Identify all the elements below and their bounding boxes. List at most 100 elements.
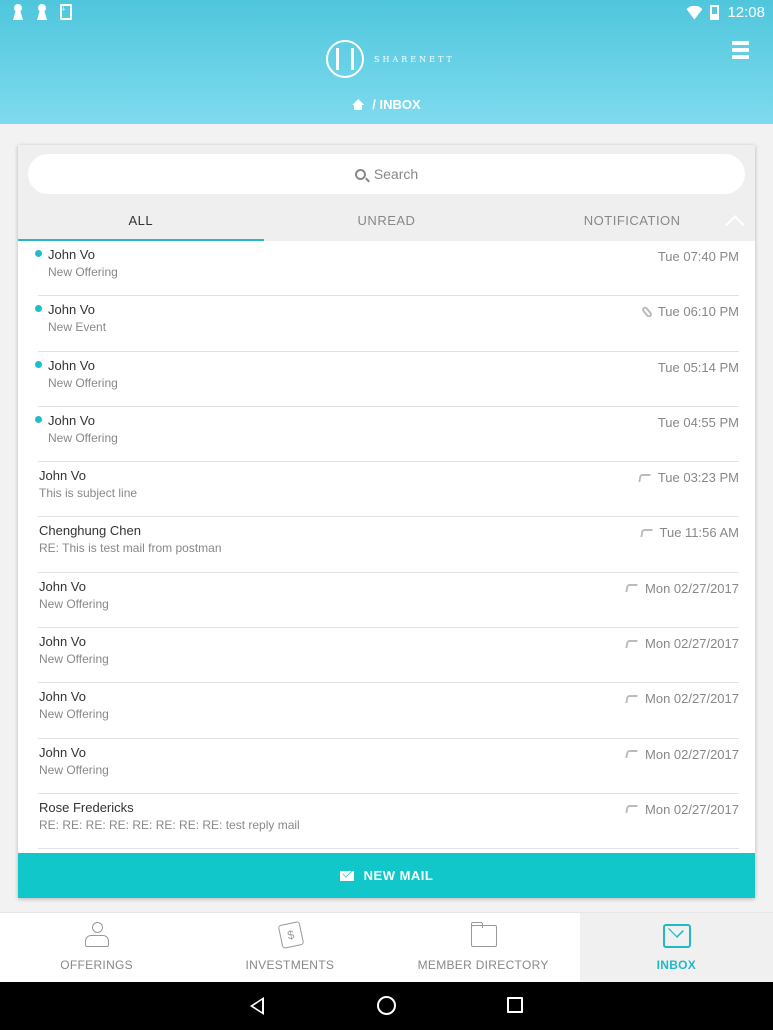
message-row[interactable]: John Vo New Offering Mon 02/27/2017 [18,573,755,629]
new-mail-button[interactable]: NEW MAIL [18,853,755,898]
reply-icon [625,694,638,703]
message-subject: This is subject line [39,486,138,501]
message-row[interactable]: John Vo New Offering Mon 02/27/2017 [18,628,755,684]
message-subject: New Offering [48,375,118,390]
envelope-icon [339,870,354,881]
new-mail-label: NEW MAIL [363,868,434,883]
brand-name: SHARENETT [374,54,455,64]
nav-member-directory[interactable]: MEMBER DIRECTORY [387,913,580,982]
message-date: Tue 05:14 PM [658,360,739,375]
tab-all[interactable]: ALL [18,203,264,241]
message-subject: New Offering [39,762,109,777]
message-sender: John Vo [48,357,95,373]
status-time: 12:08 [727,4,765,21]
reply-icon [625,805,638,814]
home-icon[interactable] [352,99,364,110]
message-date-text: Mon 02/27/2017 [645,580,739,596]
tab-unread[interactable]: UNREAD [264,203,510,241]
message-row[interactable]: Chenghung Chen RE: This is test mail from… [18,517,755,574]
bottom-navigation: OFFERINGS INVESTMENTS MEMBER DIRECTORY I… [0,912,773,982]
message-date: Tue 06:10 PM [640,304,739,320]
message-date: Mon 02/27/2017 [625,691,739,707]
message-sender: John Vo [48,412,95,428]
message-subject: New Offering [39,707,109,722]
reply-icon [625,639,638,648]
message-date: Tue 04:55 PM [658,415,739,430]
reply-icon [625,750,638,759]
investments-icon [276,921,304,949]
message-date-text: Mon 02/27/2017 [645,746,739,762]
message-subject: New Offering [48,430,118,445]
keyhole-icon [12,4,24,20]
paperclip-icon [640,305,653,319]
message-date: Tue 11:56 AM [639,525,740,541]
reply-icon [638,473,651,482]
breadcrumb-current: / INBOX [372,97,421,112]
message-subject: New Event [48,320,107,335]
message-tabs: ALL UNREAD NOTIFICATION [18,203,755,241]
message-sender: Rose Fredericks [39,799,134,815]
message-sender: John Vo [39,468,86,484]
nav-label: OFFERINGS [60,958,133,972]
recent-apps-icon[interactable] [507,997,523,1013]
message-sender: John Vo [48,247,95,262]
message-date: Tue 03:23 PM [638,470,739,485]
message-row[interactable]: John Vo New Offering Tue 07:40 PM [18,241,755,297]
message-subject: RE: This is test mail from postman [39,541,222,556]
message-sender: John Vo [39,634,86,650]
battery-icon [710,5,720,20]
wifi-icon [686,5,703,20]
message-row[interactable]: John Vo New Offering Mon 02/27/2017 [18,683,755,739]
reply-icon [639,528,653,537]
inbox-icon [662,921,692,949]
keyhole-icon [36,4,48,20]
message-subject: New Offering [39,652,109,667]
message-row[interactable]: John Vo This is subject line Tue 03:23 PM [18,462,755,518]
download-icon [60,1,72,20]
search-placeholder: Search [373,166,419,182]
message-subject: RE: RE: RE: RE: RE: RE: RE: RE: test rep… [39,817,300,832]
status-notifications [12,1,72,20]
message-date-text: Tue 06:10 PM [657,304,739,320]
message-date: Mon 02/27/2017 [625,746,739,762]
status-system: 12:08 [686,4,765,21]
offerings-icon [83,921,111,949]
inbox-card: Search ALL UNREAD NOTIFICATION John Vo Ne… [18,145,755,898]
message-subject: New Offering [48,265,118,279]
nav-investments[interactable]: INVESTMENTS [193,913,386,982]
message-row[interactable]: John Vo New Event Tue 06:10 PM [18,296,755,352]
home-button-icon[interactable] [377,996,396,1015]
message-row[interactable]: John Vo New Offering Mon 02/27/2017 [18,739,755,795]
unread-dot-icon [35,415,42,423]
unread-dot-icon [35,360,42,368]
nav-offerings[interactable]: OFFERINGS [0,913,193,982]
search-and-tabs: Search ALL UNREAD NOTIFICATION [18,145,755,241]
reply-icon [625,584,638,593]
brand-logo[interactable]: SHARENETT [326,40,455,78]
message-sender: John Vo [48,302,95,318]
message-row[interactable]: Rose Fredericks RE: RE: RE: RE: RE: RE: R… [18,794,755,850]
message-date: Mon 02/27/2017 [625,802,739,817]
menu-icon[interactable] [732,41,749,59]
system-navigation-bar [0,982,773,1030]
search-icon [354,168,366,180]
message-date-text: Mon 02/27/2017 [645,691,739,707]
message-row[interactable]: John Vo New Offering Tue 04:55 PM [18,407,755,463]
tab-notification[interactable]: NOTIFICATION [509,203,755,241]
message-row[interactable]: John Vo New Offering Tue 05:14 PM [18,352,755,408]
nav-inbox[interactable]: INBOX [579,913,773,982]
message-sender: John Vo [39,578,86,594]
folder-icon [469,921,498,949]
message-date-text: Tue 11:56 AM [659,525,740,541]
nav-label: INBOX [656,958,697,972]
message-date: Mon 02/27/2017 [625,580,739,596]
message-date-text: Mon 02/27/2017 [645,636,739,652]
back-icon[interactable] [250,997,264,1015]
search-input[interactable]: Search [28,154,745,194]
message-sender: Chenghung Chen [39,523,141,539]
message-date-text: Tue 07:40 PM [657,249,739,264]
message-sender: John Vo [39,689,86,705]
status-bar: 12:08 [0,0,773,26]
message-list: John Vo New Offering Tue 07:40 PM John Vo Ne… [18,241,755,850]
unread-dot-icon [35,250,42,257]
